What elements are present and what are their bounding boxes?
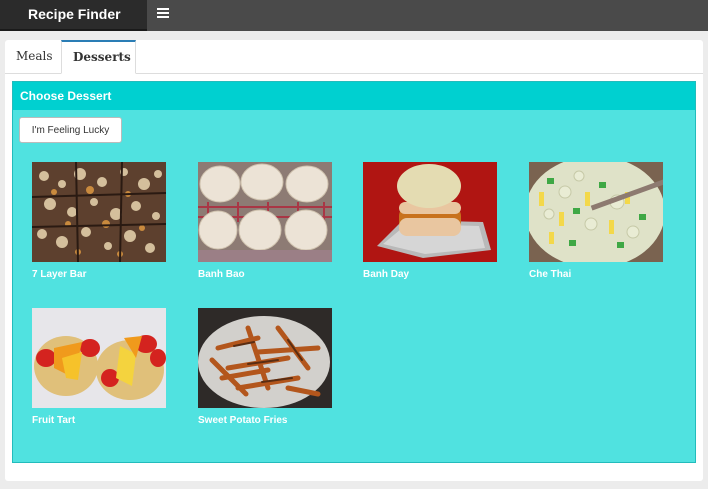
dessert-image-banh-bao[interactable] <box>198 162 332 262</box>
dessert-name[interactable]: Fruit Tart <box>32 415 166 426</box>
choose-dessert-title: Choose Dessert <box>13 82 695 110</box>
dessert-name[interactable]: Banh Day <box>363 269 497 280</box>
dessert-card-fruit-tart[interactable]: Fruit Tart <box>32 308 166 426</box>
hamburger-icon[interactable] <box>157 8 169 20</box>
dessert-image-che-thai[interactable] <box>529 162 663 262</box>
dessert-image-fruit-tart[interactable] <box>32 308 166 408</box>
dessert-name[interactable]: 7 Layer Bar <box>32 269 166 280</box>
tab-desserts[interactable]: Desserts <box>61 40 136 74</box>
dessert-name[interactable]: Banh Bao <box>198 269 332 280</box>
tab-bar: Meals Desserts <box>5 40 703 74</box>
dessert-name[interactable]: Sweet Potato Fries <box>198 415 332 426</box>
feeling-lucky-button[interactable]: I'm Feeling Lucky <box>19 117 122 143</box>
dessert-image-sweet-potato-fries[interactable] <box>198 308 332 408</box>
dessert-card-banh-bao[interactable]: Banh Bao <box>198 162 332 280</box>
dessert-card-banh-day[interactable]: Banh Day <box>363 162 497 280</box>
dessert-card-che-thai[interactable]: Che Thai <box>529 162 663 280</box>
dessert-image-banh-day[interactable] <box>363 162 497 262</box>
main-panel: Meals Desserts Choose Dessert I'm Feelin… <box>5 40 703 481</box>
top-navbar: Recipe Finder <box>0 0 708 31</box>
dessert-image-7-layer-bar[interactable] <box>32 162 166 262</box>
dessert-card-sweet-potato-fries[interactable]: Sweet Potato Fries <box>198 308 332 426</box>
tab-meals[interactable]: Meals <box>5 40 60 73</box>
app-title[interactable]: Recipe Finder <box>0 0 147 31</box>
choose-dessert-box: Choose Dessert I'm Feeling Lucky 7 Layer… <box>12 81 696 463</box>
dessert-card-7-layer-bar[interactable]: 7 Layer Bar <box>32 162 166 280</box>
dessert-name[interactable]: Che Thai <box>529 269 663 280</box>
